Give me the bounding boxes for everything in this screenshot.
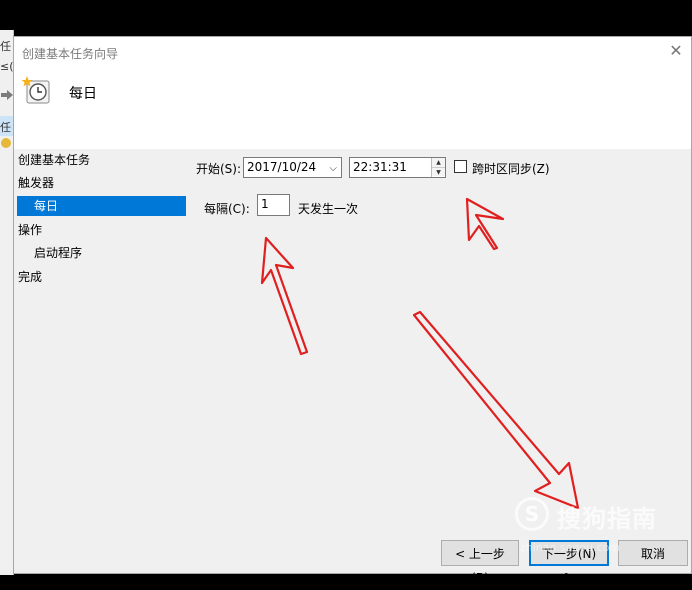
start-date-picker[interactable]: 2017/10/24 ⌵	[243, 157, 342, 178]
start-time-value: 22:31:31	[353, 160, 407, 174]
back-button[interactable]: < 上一步(B)	[441, 540, 519, 585]
scheduled-task-clock-icon	[21, 76, 50, 104]
page-title: 每日	[69, 86, 97, 102]
recur-suffix-label: 天发生一次	[298, 202, 359, 216]
watermark-url: zhinan.sogou.com	[520, 541, 621, 554]
recur-every-label: 每隔(C):	[204, 202, 250, 216]
background-selection: 任	[0, 116, 13, 136]
nav-step-daily: 每日	[17, 196, 186, 216]
sync-timezone-checkbox[interactable]	[454, 160, 467, 173]
recur-days-value: 1	[261, 197, 269, 211]
nav-step-create-basic-task: 创建基本任务	[18, 153, 91, 167]
nav-step-finish: 完成	[18, 270, 43, 284]
spin-up-button[interactable]: ▲	[432, 158, 445, 167]
close-button[interactable]: ✕	[665, 41, 687, 61]
chevron-down-icon[interactable]: ⌵	[329, 159, 337, 178]
background-text: 任	[0, 121, 11, 134]
create-basic-task-wizard: 创建基本任务向导 ✕ 每日 创建基本任务 触发器 每日 操作 启动程序 完成 开…	[13, 36, 692, 585]
start-time-spinner[interactable]: 22:31:31 ▲ ▼	[349, 157, 446, 178]
recur-days-input[interactable]: 1	[257, 194, 290, 216]
sogou-watermark: S 搜狗指南	[515, 495, 675, 535]
sogou-logo-icon: S	[515, 497, 549, 531]
spin-down-button[interactable]: ▼	[432, 167, 445, 176]
wizard-header: 每日	[14, 67, 691, 149]
start-label: 开始(S):	[196, 162, 242, 176]
nav-step-start-program: 启动程序	[34, 246, 83, 260]
close-icon: ✕	[669, 41, 683, 60]
sync-timezone-label[interactable]: 跨时区同步(Z)	[472, 160, 550, 177]
window-title: 创建基本任务向导	[22, 47, 119, 61]
background-app-window: 任 ≤(F 任	[0, 30, 14, 575]
background-text: ≤(F	[0, 60, 14, 73]
watermark-text: 搜狗指南	[557, 505, 657, 533]
title-bar: 创建基本任务向导 ✕	[14, 37, 691, 67]
nav-step-trigger: 触发器	[18, 176, 55, 190]
clock-icon	[1, 138, 11, 148]
spin-updown-icon[interactable]: ▲ ▼	[431, 158, 445, 177]
start-date-value: 2017/10/24	[247, 160, 317, 174]
forward-arrow-icon	[1, 90, 13, 100]
background-text: 任	[0, 40, 11, 53]
nav-step-action: 操作	[18, 223, 43, 237]
cancel-button[interactable]: 取消	[618, 540, 688, 566]
